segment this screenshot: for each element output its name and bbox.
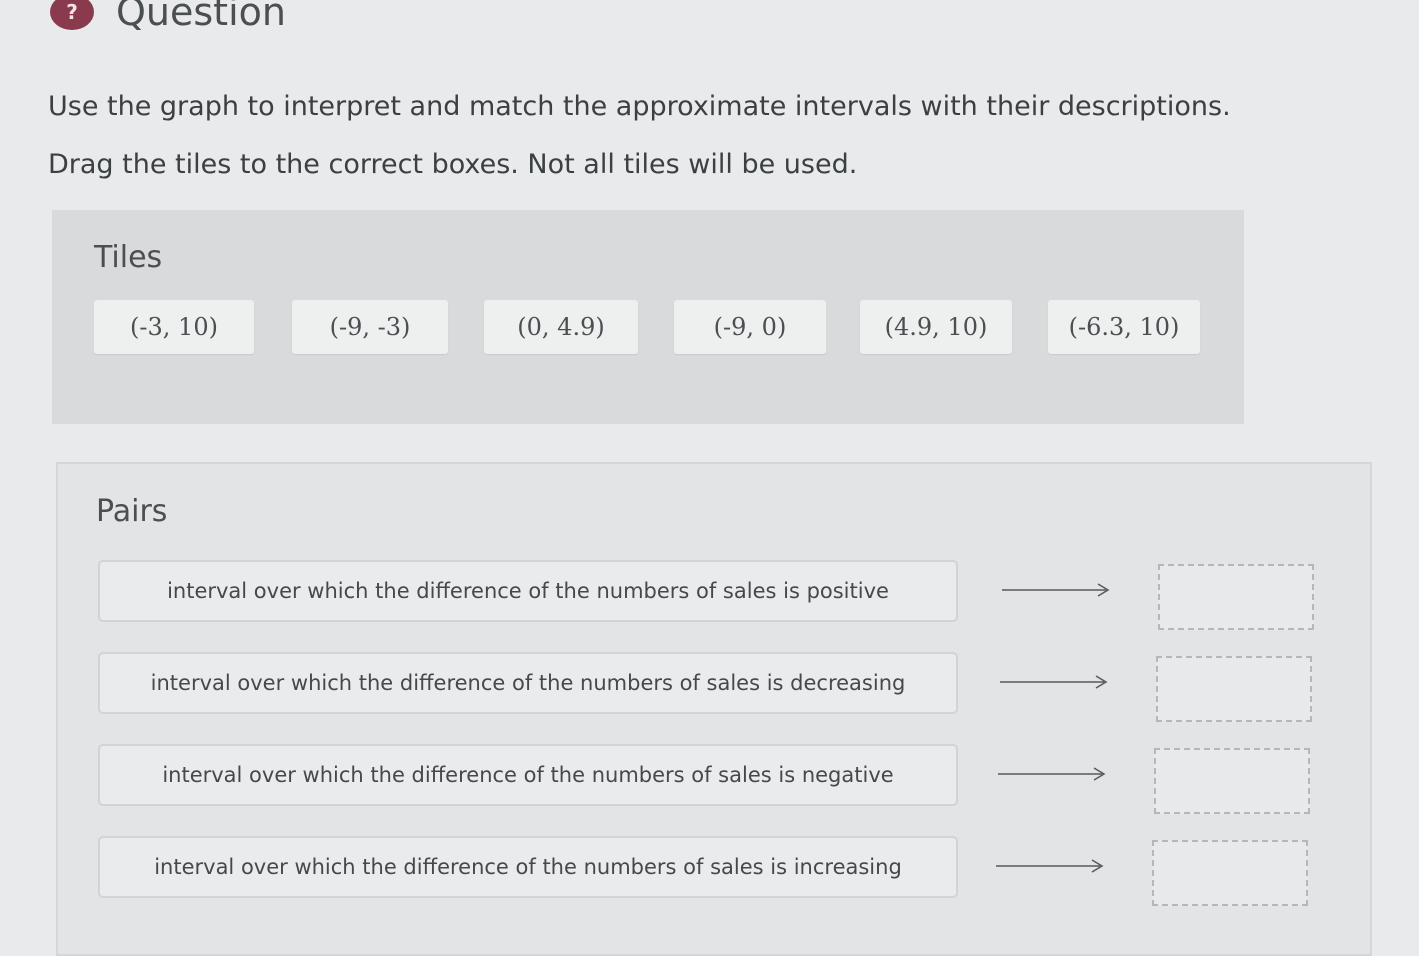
pair-description: interval over which the difference of th… [98, 652, 958, 714]
drop-box[interactable] [1156, 656, 1312, 722]
tile[interactable]: (4.9, 10) [860, 300, 1012, 354]
pairs-label: Pairs [96, 494, 168, 529]
pairs-panel: Pairs interval over which the difference… [56, 462, 1372, 956]
tile[interactable]: (-6.3, 10) [1048, 300, 1200, 354]
question-header: ? Question [50, 0, 286, 34]
question-icon: ? [50, 0, 94, 30]
pair-description: interval over which the difference of th… [98, 744, 958, 806]
right-arrow-icon [1000, 675, 1108, 689]
pair-description: interval over which the difference of th… [98, 836, 958, 898]
tiles-panel: Tiles (-3, 10) (-9, -3) (0, 4.9) (-9, 0)… [52, 210, 1244, 424]
drop-box[interactable] [1158, 564, 1314, 630]
right-arrow-icon [1002, 583, 1110, 597]
tile[interactable]: (-9, -3) [292, 300, 448, 354]
instruction-line-2: Drag the tiles to the correct boxes. Not… [48, 149, 858, 180]
drop-box[interactable] [1154, 748, 1310, 814]
tile[interactable]: (0, 4.9) [484, 300, 638, 354]
question-title: Question [116, 0, 286, 34]
right-arrow-icon [998, 767, 1106, 781]
instructions: Use the graph to interpret and match the… [48, 78, 1231, 194]
tile[interactable]: (-3, 10) [94, 300, 254, 354]
pair-description: interval over which the difference of th… [98, 560, 958, 622]
instruction-line-1: Use the graph to interpret and match the… [48, 91, 1231, 122]
tile[interactable]: (-9, 0) [674, 300, 826, 354]
drop-box[interactable] [1152, 840, 1308, 906]
tiles-label: Tiles [94, 240, 163, 275]
right-arrow-icon [996, 859, 1104, 873]
